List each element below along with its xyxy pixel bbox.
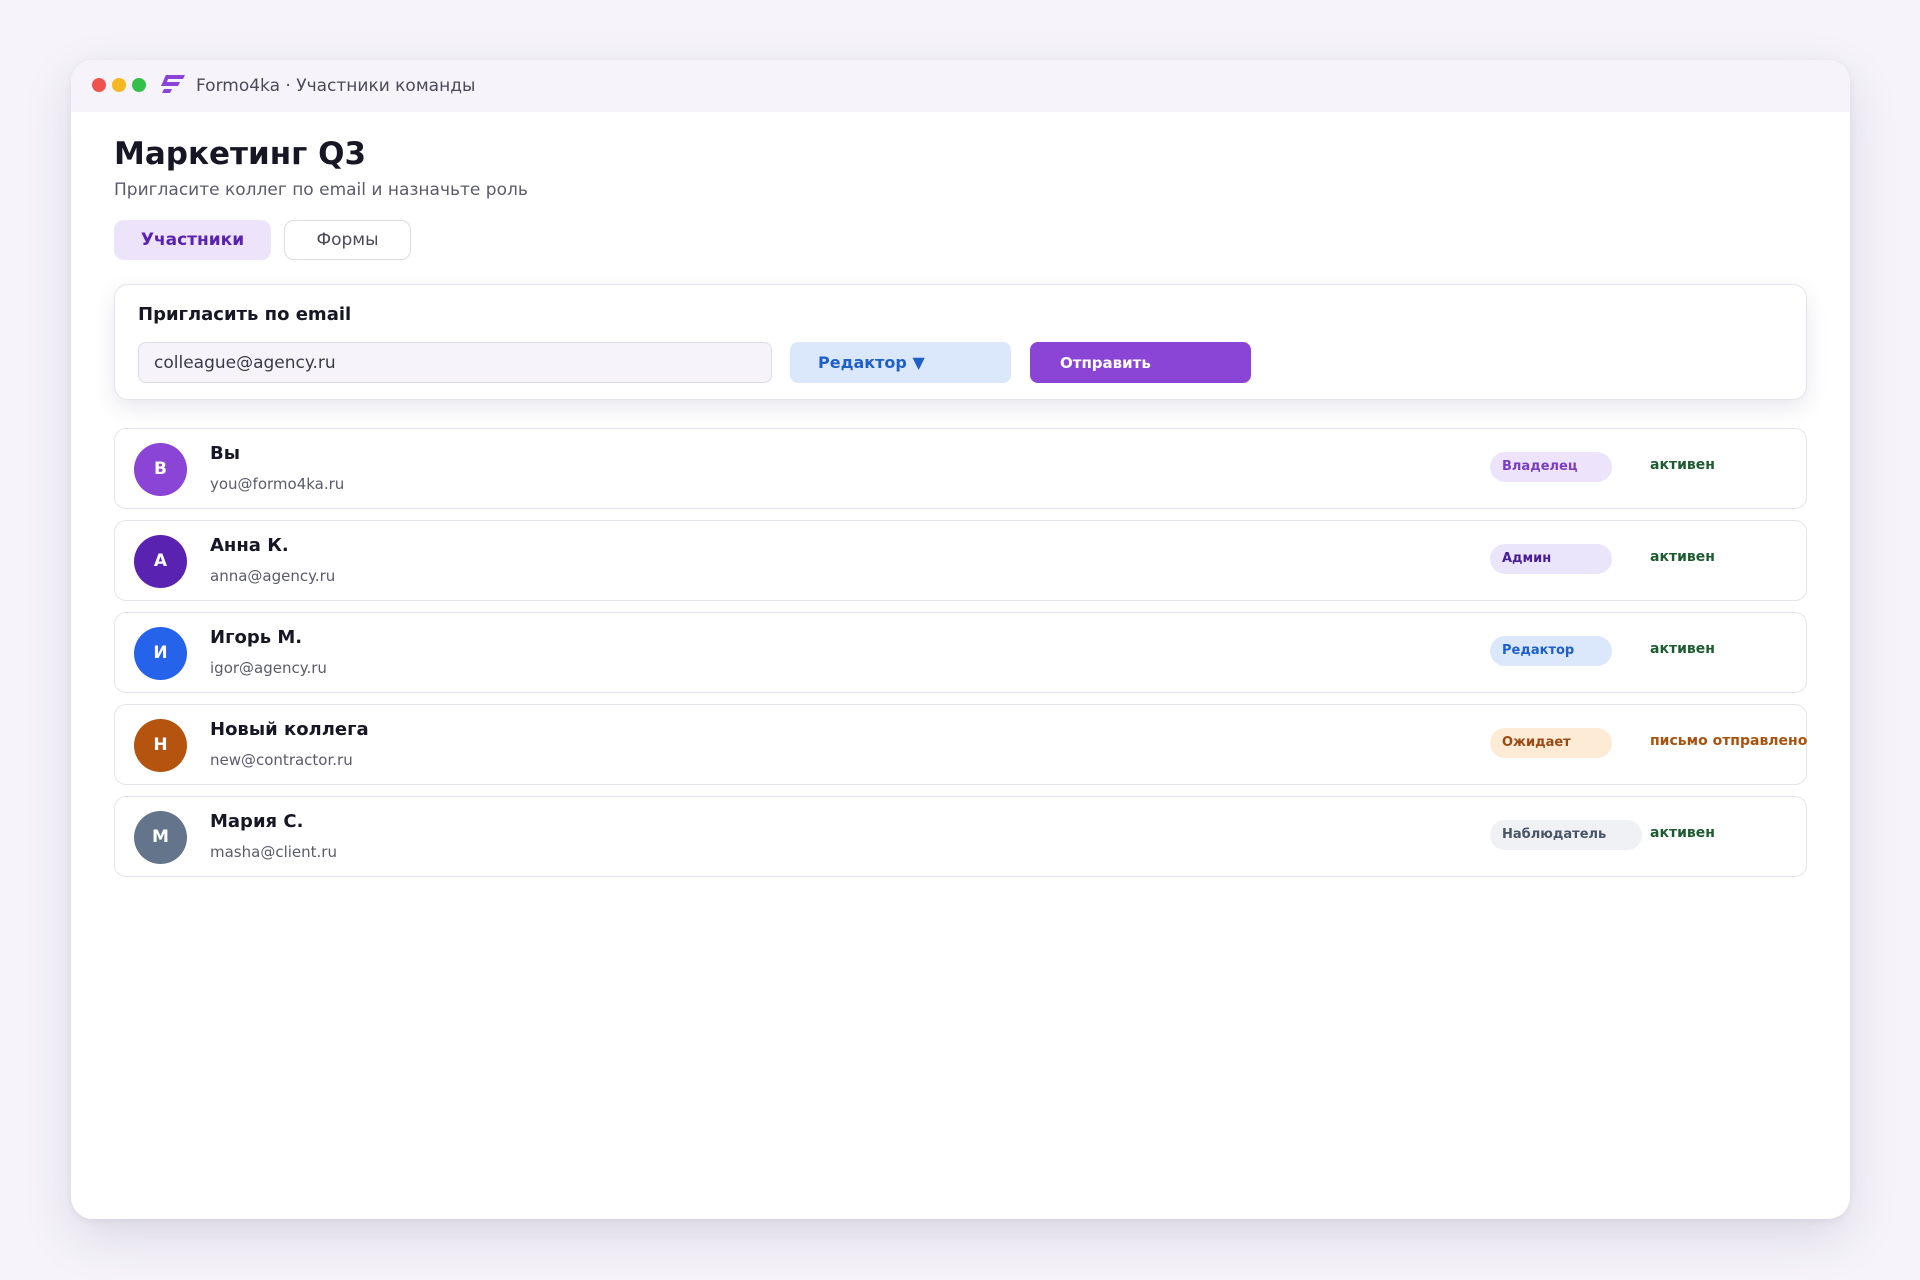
window-title: Formo4ka · Участники команды (196, 76, 476, 96)
member-name: Анна К. (210, 535, 289, 556)
invite-card: Пригласить по email Редактор ▼ Отправить (114, 284, 1807, 400)
member-row: В Вы you@formo4ka.ru Владелец активен (114, 428, 1807, 509)
avatar: М (134, 811, 187, 864)
role-badge[interactable]: Ожидает (1490, 728, 1612, 758)
title-bar: Formo4ka · Участники команды (71, 60, 1850, 112)
member-email: you@formo4ka.ru (210, 475, 345, 493)
member-email: igor@agency.ru (210, 659, 327, 677)
formo4ka-logo-icon (161, 75, 185, 93)
member-name: Мария С. (210, 811, 304, 832)
avatar: И (134, 627, 187, 680)
member-email: new@contractor.ru (210, 751, 353, 769)
role-dropdown[interactable]: Редактор ▼ (790, 342, 1011, 383)
role-badge[interactable]: Владелец (1490, 452, 1612, 482)
close-window-icon[interactable] (92, 78, 106, 92)
member-name: Вы (210, 443, 240, 464)
member-status: письмо отправлено (1650, 733, 1808, 749)
tab-members[interactable]: Участники (114, 220, 271, 260)
role-badge[interactable]: Админ (1490, 544, 1612, 574)
member-row: М Мария С. masha@client.ru Наблюдатель а… (114, 796, 1807, 877)
minimize-window-icon[interactable] (112, 78, 126, 92)
send-invite-button[interactable]: Отправить (1030, 342, 1251, 383)
page-title: Маркетинг Q3 (114, 136, 367, 172)
role-badge[interactable]: Редактор (1490, 636, 1612, 666)
member-row: Н Новый коллега new@contractor.ru Ожидае… (114, 704, 1807, 785)
member-status: активен (1650, 457, 1715, 473)
member-name: Новый коллега (210, 719, 369, 740)
invite-title: Пригласить по email (138, 304, 352, 325)
app-window: Formo4ka · Участники команды Маркетинг Q… (71, 60, 1850, 1219)
avatar: Н (134, 719, 187, 772)
member-status: активен (1650, 641, 1715, 657)
email-input[interactable] (138, 342, 772, 383)
member-email: anna@agency.ru (210, 567, 336, 585)
avatar: В (134, 443, 187, 496)
maximize-window-icon[interactable] (132, 78, 146, 92)
member-name: Игорь М. (210, 627, 303, 648)
member-row: И Игорь М. igor@agency.ru Редактор актив… (114, 612, 1807, 693)
member-status: активен (1650, 825, 1715, 841)
tab-forms[interactable]: Формы (284, 220, 411, 260)
member-row: А Анна К. anna@agency.ru Админ активен (114, 520, 1807, 601)
member-status: активен (1650, 549, 1715, 565)
role-badge[interactable]: Наблюдатель (1490, 820, 1642, 850)
page-subtitle: Пригласите коллег по email и назначьте р… (114, 180, 528, 200)
avatar: А (134, 535, 187, 588)
member-email: masha@client.ru (210, 843, 337, 861)
